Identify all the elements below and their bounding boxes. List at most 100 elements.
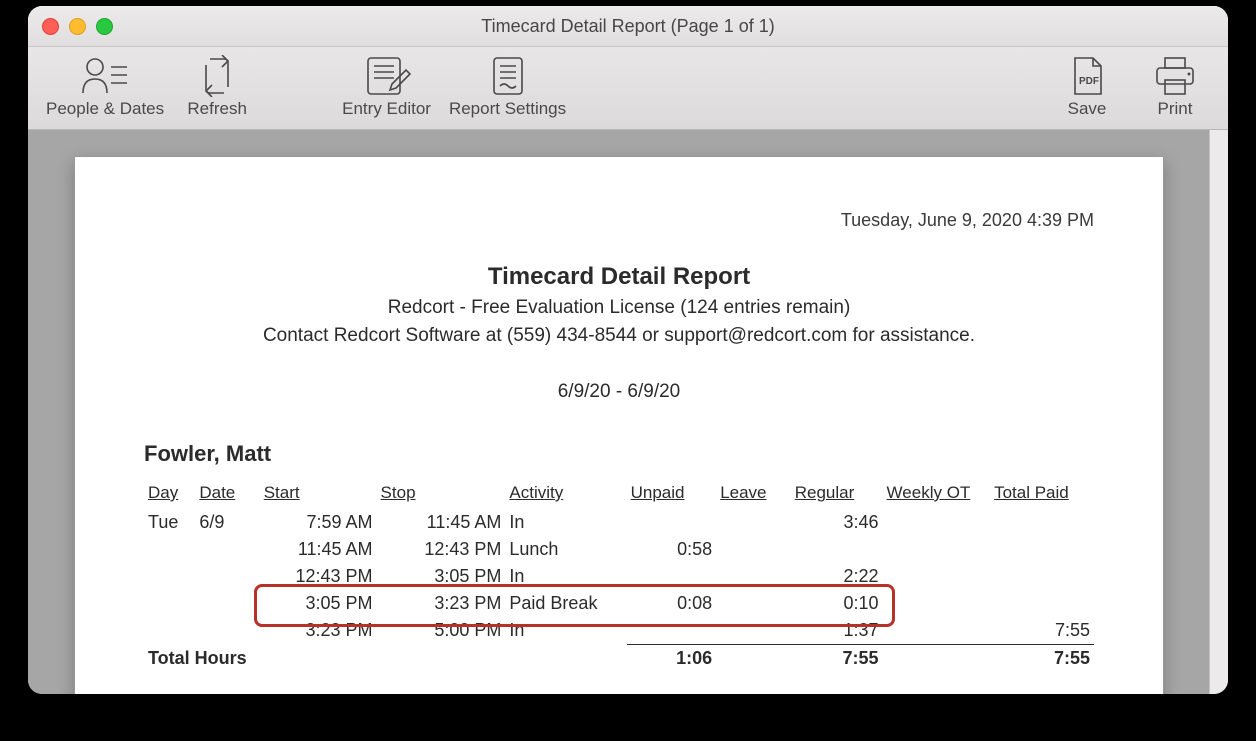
app-window: Timecard Detail Report (Page 1 of 1) Peo…: [28, 6, 1228, 694]
cell-start: 11:45 AM: [260, 536, 377, 563]
cell-date: [195, 590, 259, 617]
table-row: 3:23 PM5:00 PMIn1:377:55: [144, 617, 1094, 645]
table-row: 11:45 AM12:43 PMLunch0:58: [144, 536, 1094, 563]
refresh-button[interactable]: Refresh: [182, 53, 252, 119]
report-timestamp: Tuesday, June 9, 2020 4:39 PM: [144, 210, 1094, 231]
cell-unpaid: [627, 617, 717, 645]
report-settings-label: Report Settings: [449, 99, 566, 119]
cell-date: 6/9: [195, 509, 259, 536]
cell-start: 12:43 PM: [260, 563, 377, 590]
cell-stop: 5:00 PM: [377, 617, 506, 645]
table-header-row: Day Date Start Stop Activity Unpaid Leav…: [144, 477, 1094, 509]
cell-day: [144, 617, 195, 645]
cell-regular: [791, 536, 883, 563]
cell-total_paid: [990, 590, 1094, 617]
refresh-icon: [192, 53, 242, 99]
people-icon: [77, 53, 133, 99]
cell-weekly_ot: [883, 509, 991, 536]
totals-row: Total Hours1:067:557:55: [144, 645, 1094, 672]
people-dates-button[interactable]: People & Dates: [46, 53, 164, 119]
entry-editor-icon: [362, 53, 412, 99]
cell-activity: Paid Break: [505, 590, 626, 617]
cell-weekly_ot: [883, 590, 991, 617]
col-regular: Regular: [791, 477, 883, 509]
cell-total_paid: [990, 536, 1094, 563]
col-start: Start: [260, 477, 377, 509]
cell-stop: 12:43 PM: [377, 536, 506, 563]
report-title: Timecard Detail Report: [144, 263, 1094, 291]
col-weekly-ot: Weekly OT: [883, 477, 991, 509]
col-activity: Activity: [505, 477, 626, 509]
zoom-window-button[interactable]: [96, 18, 113, 35]
refresh-label: Refresh: [187, 99, 247, 119]
cell-date: [195, 563, 259, 590]
license-line: Redcort - Free Evaluation License (124 e…: [144, 297, 1094, 319]
cell-activity: In: [505, 563, 626, 590]
minimize-window-button[interactable]: [69, 18, 86, 35]
cell-total_paid: [990, 563, 1094, 590]
document-viewport[interactable]: Tuesday, June 9, 2020 4:39 PM Timecard D…: [28, 130, 1209, 694]
cell-weekly_ot: [883, 617, 991, 645]
cell-weekly_ot: [883, 536, 991, 563]
svg-text:PDF: PDF: [1079, 76, 1099, 87]
cell-leave: [716, 590, 791, 617]
save-button[interactable]: PDF Save: [1052, 53, 1122, 119]
cell-start: 3:23 PM: [260, 617, 377, 645]
save-label: Save: [1068, 99, 1107, 119]
cell-regular: 0:10: [791, 590, 883, 617]
cell-day: Tue: [144, 509, 195, 536]
col-total-paid: Total Paid: [990, 477, 1094, 509]
col-stop: Stop: [377, 477, 506, 509]
cell-day: [144, 563, 195, 590]
col-unpaid: Unpaid: [627, 477, 717, 509]
print-icon: [1151, 53, 1199, 99]
cell-activity: In: [505, 509, 626, 536]
contact-line: Contact Redcort Software at (559) 434-85…: [144, 325, 1094, 347]
window-controls: [42, 18, 113, 35]
totals-regular: 7:55: [791, 645, 883, 672]
cell-day: [144, 536, 195, 563]
col-leave: Leave: [716, 477, 791, 509]
col-date: Date: [195, 477, 259, 509]
entry-editor-label: Entry Editor: [342, 99, 431, 119]
cell-leave: [716, 536, 791, 563]
table-row: 12:43 PM3:05 PMIn 2:22: [144, 563, 1094, 590]
cell-day: [144, 590, 195, 617]
cell-leave: [716, 563, 791, 590]
cell-unpaid: [627, 563, 717, 590]
pdf-icon: PDF: [1067, 53, 1107, 99]
col-day: Day: [144, 477, 195, 509]
people-dates-label: People & Dates: [46, 99, 164, 119]
report-settings-icon: [488, 53, 528, 99]
print-label: Print: [1158, 99, 1193, 119]
employee-name: Fowler, Matt: [144, 441, 1094, 467]
content-area: Tuesday, June 9, 2020 4:39 PM Timecard D…: [28, 130, 1228, 694]
cell-leave: [716, 617, 791, 645]
totals-leave: [716, 645, 791, 672]
report-settings-button[interactable]: Report Settings: [449, 53, 566, 119]
cell-total_paid: 7:55: [990, 617, 1094, 645]
cell-regular: 3:46: [791, 509, 883, 536]
close-window-button[interactable]: [42, 18, 59, 35]
cell-weekly_ot: [883, 563, 991, 590]
cell-start: 3:05 PM: [260, 590, 377, 617]
cell-activity: Lunch: [505, 536, 626, 563]
entry-editor-button[interactable]: Entry Editor: [342, 53, 431, 119]
cell-activity: In: [505, 617, 626, 645]
print-button[interactable]: Print: [1140, 53, 1210, 119]
toolbar: People & Dates Refresh: [28, 47, 1228, 130]
totals-total_paid: 7:55: [990, 645, 1094, 672]
totals-label: Total Hours: [144, 645, 627, 672]
cell-stop: 11:45 AM: [377, 509, 506, 536]
timecard-table: Day Date Start Stop Activity Unpaid Leav…: [144, 477, 1094, 672]
report-page: Tuesday, June 9, 2020 4:39 PM Timecard D…: [74, 156, 1164, 694]
cell-leave: [716, 509, 791, 536]
totals-weekly_ot: [883, 645, 991, 672]
window-title: Timecard Detail Report (Page 1 of 1): [28, 16, 1228, 37]
cell-stop: 3:05 PM: [377, 563, 506, 590]
cell-unpaid: 0:08: [627, 590, 717, 617]
cell-start: 7:59 AM: [260, 509, 377, 536]
cell-regular: 2:22: [791, 563, 883, 590]
vertical-scrollbar[interactable]: [1209, 130, 1228, 694]
cell-unpaid: 0:58: [627, 536, 717, 563]
